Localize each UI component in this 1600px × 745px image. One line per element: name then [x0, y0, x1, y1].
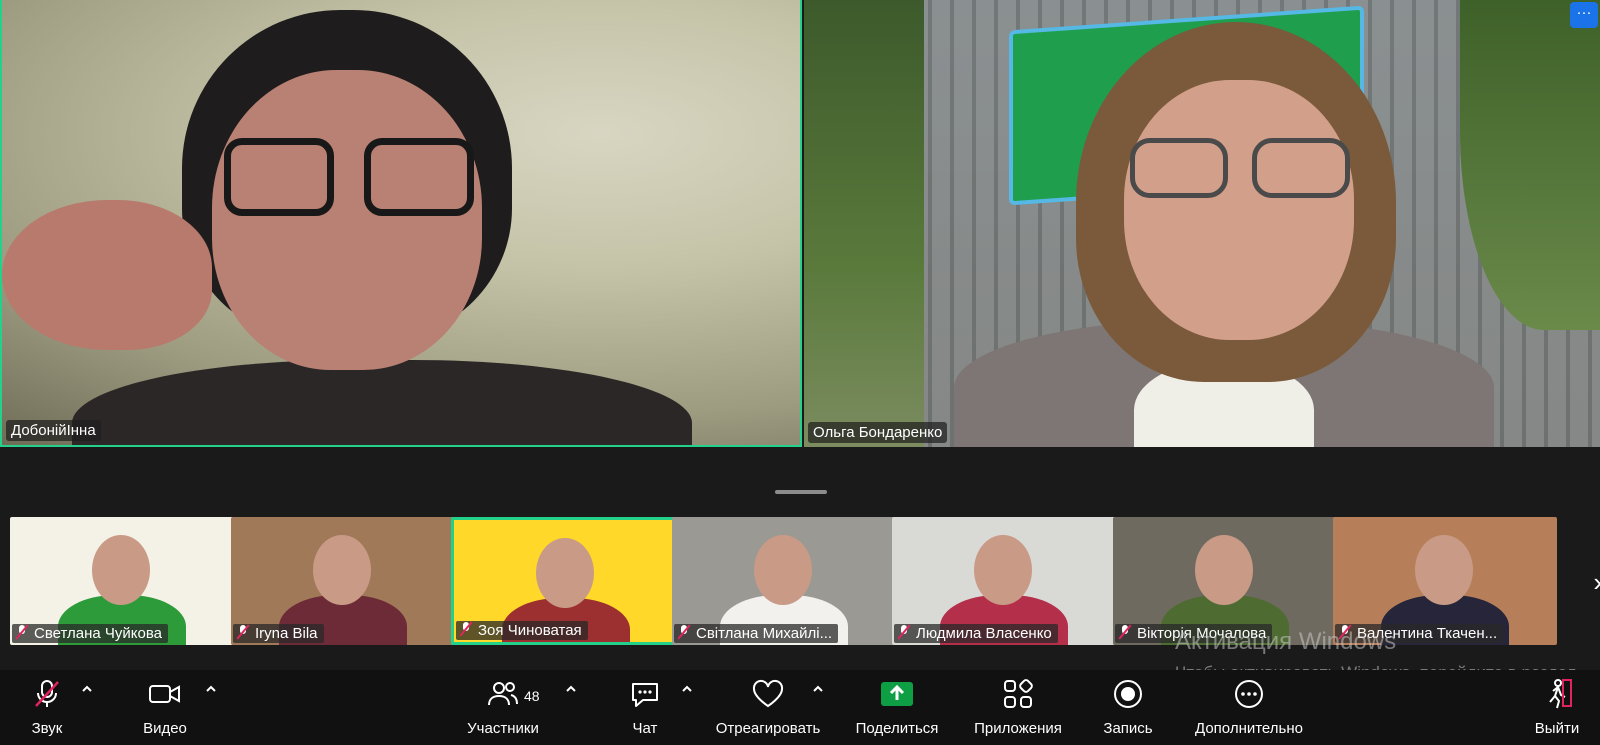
participant-face: [212, 70, 482, 370]
participants-count: 48: [524, 688, 540, 704]
audio-button[interactable]: Звук: [22, 670, 72, 745]
participant-head: [313, 535, 371, 605]
muted-mic-icon: [31, 674, 63, 714]
leave-walking-icon: [1541, 674, 1573, 714]
apps-label: Приложения: [974, 720, 1062, 737]
next-page-arrow-icon[interactable]: ›: [1593, 567, 1600, 598]
apps-grid-icon: [1002, 674, 1034, 714]
video-camera-icon: [148, 674, 182, 714]
participant-head: [92, 535, 150, 605]
participant-head: [754, 535, 812, 605]
audio-options-chevron-icon[interactable]: [80, 682, 94, 696]
participant-thumbnail[interactable]: Світлана Михайлі...: [672, 517, 896, 645]
watermark-title: Активация Windows: [1175, 628, 1397, 655]
audio-label: Звук: [31, 720, 63, 737]
participant-name-label: ДобонійІнна: [6, 420, 101, 441]
participant-head: [536, 538, 594, 608]
participant-thumbnail[interactable]: Валентина Ткачен...: [1333, 517, 1557, 645]
thumbnail-name-label: Зоя Чиноватая: [456, 621, 588, 640]
participant-thumbnail[interactable]: Людмила Власенко: [892, 517, 1116, 645]
speaker-video-left[interactable]: ДобонійІнна: [0, 0, 802, 447]
ellipsis-icon: [1233, 674, 1265, 714]
chat-button[interactable]: Чат: [627, 670, 663, 745]
video-label: Видео: [143, 720, 187, 737]
chat-label: Чат: [632, 720, 658, 737]
participant-body: [72, 360, 692, 445]
share-screen-button[interactable]: Поделиться: [852, 670, 942, 745]
more-options-button[interactable]: ···: [1570, 2, 1598, 28]
speaker-video-right[interactable]: Ольга Бондаренко ···: [804, 0, 1600, 447]
share-label: Поделиться: [855, 720, 939, 737]
participants-button[interactable]: Участники: [462, 670, 544, 745]
muted-mic-icon: [898, 625, 910, 639]
react-button[interactable]: Отреагировать: [713, 670, 823, 745]
participant-thumbnail[interactable]: Зоя Чиноватая: [451, 517, 675, 645]
meeting-toolbar: Звук Видео Участники 48 Чат Отреагироват…: [0, 670, 1600, 745]
participants-options-chevron-icon[interactable]: [564, 682, 578, 696]
thumbnail-name-label: Людмила Власенко: [894, 624, 1058, 643]
resize-drag-handle[interactable]: [775, 490, 827, 494]
participant-glasses: [1130, 138, 1350, 202]
chat-bubble-icon: [629, 674, 661, 714]
participant-thumbnail[interactable]: Светлана Чуйкова: [10, 517, 234, 645]
muted-mic-icon: [1119, 625, 1131, 639]
participant-face: [1124, 80, 1354, 340]
more-label: Дополнительно: [1195, 720, 1303, 737]
participant-name-label: Ольга Бондаренко: [808, 422, 948, 443]
participant-glasses: [224, 138, 474, 220]
muted-mic-icon: [678, 625, 690, 639]
participants-label: Участники: [467, 720, 539, 737]
main-stage: ДобонійІнна Ольга Бондаренко ···: [0, 0, 1600, 447]
video-button[interactable]: Видео: [137, 670, 193, 745]
muted-mic-icon: [460, 622, 472, 636]
more-button[interactable]: Дополнительно: [1190, 670, 1308, 745]
participants-icon: [487, 674, 519, 714]
muted-mic-icon: [16, 625, 28, 639]
leave-meeting-button[interactable]: Выйти: [1532, 670, 1582, 745]
participant-head: [1415, 535, 1473, 605]
chat-options-chevron-icon[interactable]: [680, 682, 694, 696]
apps-button[interactable]: Приложения: [968, 670, 1068, 745]
participant-thumbnail[interactable]: Iryna Bila: [231, 517, 455, 645]
participant-thumbnail-strip: Светлана Чуйкова Iryna Bila Зоя Чиноватая С…: [10, 517, 1600, 645]
thumbnail-name-label: Світлана Михайлі...: [674, 624, 839, 643]
record-icon: [1112, 674, 1144, 714]
participant-thumbnail[interactable]: Вікторія Мочалова: [1113, 517, 1337, 645]
share-arrow-icon: [880, 674, 914, 714]
video-options-chevron-icon[interactable]: [204, 682, 218, 696]
react-label: Отреагировать: [715, 720, 821, 737]
react-options-chevron-icon[interactable]: [811, 682, 825, 696]
record-label: Запись: [1103, 720, 1153, 737]
participant-head: [1195, 535, 1253, 605]
background-trees-left: [804, 0, 924, 447]
thumbnail-name-label: Светлана Чуйкова: [12, 624, 168, 643]
record-button[interactable]: Запись: [1098, 670, 1158, 745]
muted-mic-icon: [237, 625, 249, 639]
heart-icon: [751, 674, 785, 714]
participant-hand: [2, 200, 212, 350]
participant-head: [974, 535, 1032, 605]
leave-label: Выйти: [1534, 720, 1580, 737]
